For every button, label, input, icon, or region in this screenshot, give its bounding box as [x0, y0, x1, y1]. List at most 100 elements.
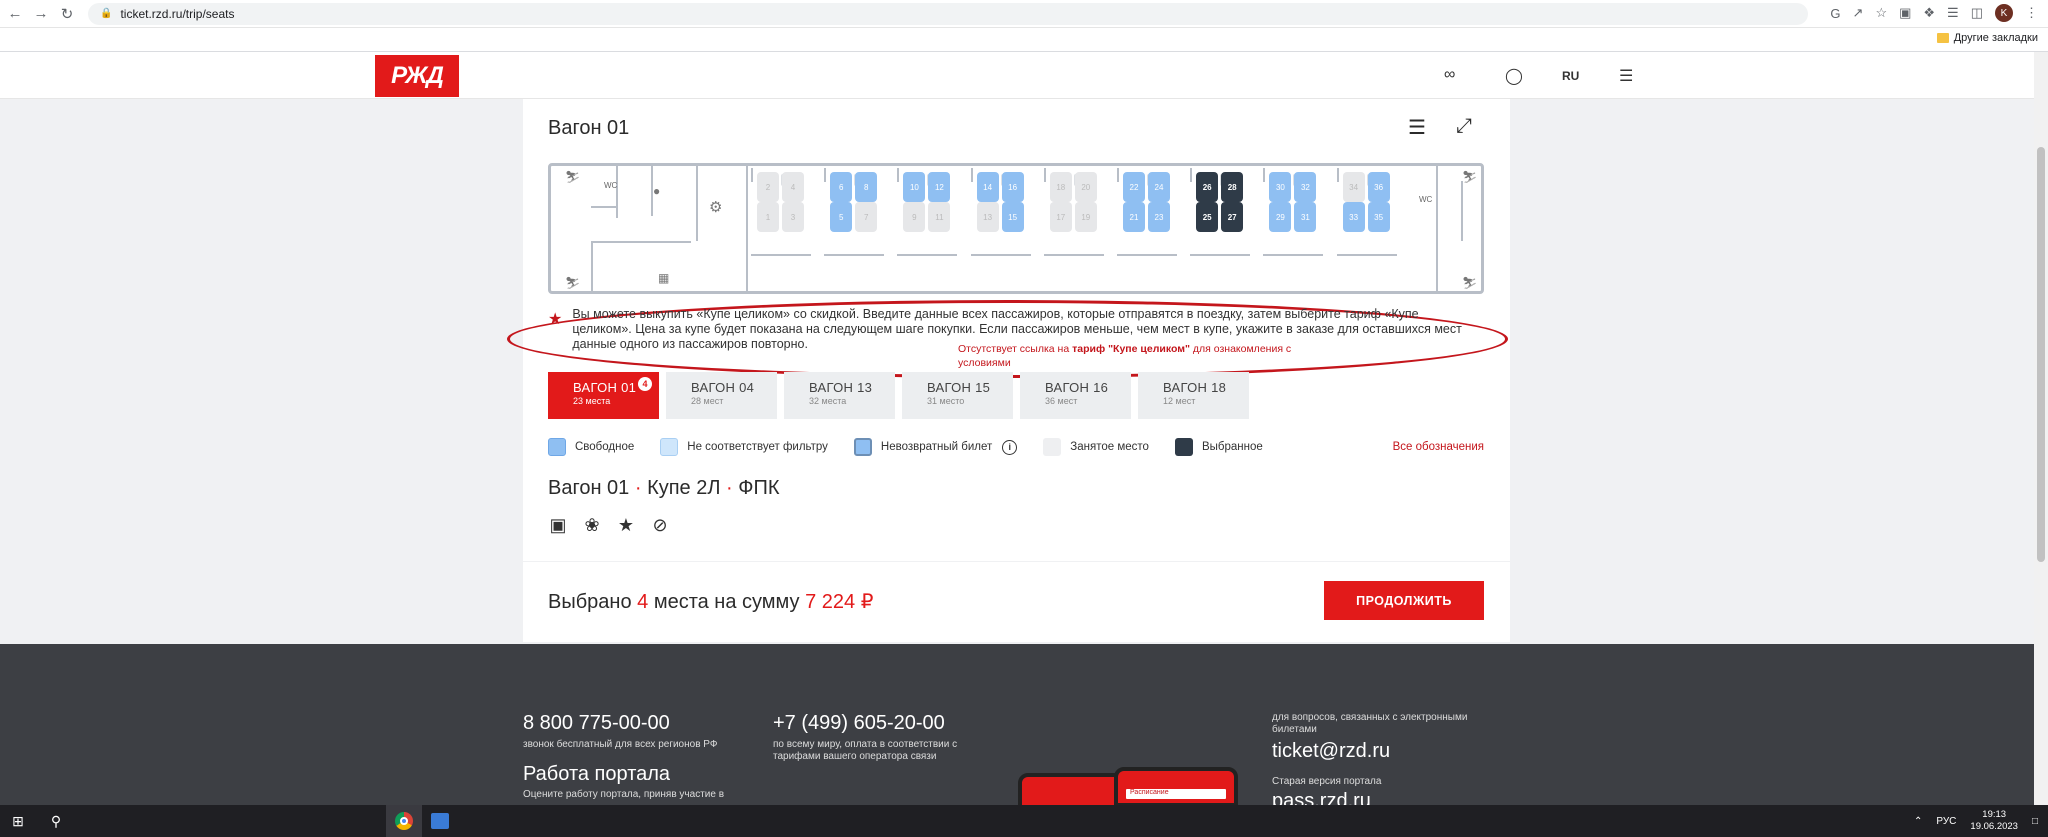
tab-car-13[interactable]: ВАГОН 13 32 места [784, 372, 895, 419]
exit-icon: ⛷ [1462, 276, 1478, 290]
all-legend-link[interactable]: Все обозначения [1393, 441, 1484, 453]
accessibility-icon[interactable]: ∞ [1444, 66, 1455, 84]
seat-12[interactable]: 12 [928, 172, 951, 202]
seat-27[interactable]: 27 [1221, 202, 1244, 232]
seat-1: 1 [757, 202, 779, 232]
seat-16[interactable]: 16 [1001, 172, 1024, 202]
tab-seats: 31 место [927, 396, 965, 406]
seat-31[interactable]: 31 [1294, 202, 1317, 232]
phone-free[interactable]: 8 800 775-00-00 [523, 712, 670, 735]
input-language[interactable]: РУС [1936, 816, 1956, 827]
continue-button[interactable]: ПРОДОЛЖИТЬ [1324, 581, 1484, 620]
list-view-icon[interactable]: ☰ [1408, 115, 1426, 140]
seat-5[interactable]: 5 [830, 202, 853, 232]
selected-count: 4 [637, 591, 649, 613]
seat-23[interactable]: 23 [1148, 202, 1170, 232]
forward-icon[interactable]: → [30, 3, 52, 25]
chrome-taskbar-icon[interactable] [386, 805, 422, 837]
tab-car-18[interactable]: ВАГОН 18 12 мест [1138, 372, 1249, 419]
whole-compartment-icon[interactable]: ★ [616, 515, 636, 536]
other-bookmarks[interactable]: Другие закладки [1936, 32, 2038, 44]
seat-18: 18 [1049, 172, 1072, 202]
tab-name: ВАГОН 04 [691, 380, 755, 395]
no-smoking-icon[interactable]: ⊘ [650, 515, 670, 536]
info-icon[interactable]: i [1002, 439, 1018, 455]
bed-icon[interactable]: ▣ [548, 515, 568, 536]
seat-32[interactable]: 32 [1294, 172, 1317, 202]
car-tabs: ВАГОН 01 23 места 4 ВАГОН 04 28 мест ВАГ… [548, 372, 1249, 419]
seat-15[interactable]: 15 [1001, 202, 1024, 232]
seat-33[interactable]: 33 [1342, 202, 1365, 232]
tab-car-16[interactable]: ВАГОН 16 36 мест [1020, 372, 1131, 419]
share-icon[interactable]: ↗ [1853, 5, 1864, 21]
star-icon[interactable]: ☆ [1875, 5, 1887, 21]
seat-25[interactable]: 25 [1196, 202, 1219, 232]
address-bar[interactable]: 🔒 ticket.rzd.ru/trip/seats [88, 2, 1808, 25]
pet-icon[interactable]: ❀ [582, 515, 602, 536]
notification-icon[interactable]: □ [2032, 816, 2038, 827]
scroll-thumb[interactable] [2037, 147, 2045, 562]
puzzle-icon[interactable]: ❖ [1923, 5, 1935, 21]
profile-avatar[interactable]: K [1995, 4, 2013, 22]
clock[interactable]: 19:13 19.06.2023 [1970, 809, 2018, 833]
seat-35[interactable]: 35 [1367, 202, 1390, 232]
chevron-up-icon[interactable]: ⌃ [1914, 816, 1922, 827]
site-header: РЖД ∞ ◯ RU ☰ [0, 52, 2034, 99]
seat-21[interactable]: 21 [1123, 202, 1145, 232]
car-seat-map: WC WC ⛷ ⛷ ⛷ ⛷ ● ⚙ ▦ ✳2143✳6587✳1091211✳1… [548, 163, 1484, 294]
extension-icons: G ↗ ☆ ▣ ❖ ☰ ◫ K ⋮ [1830, 4, 2038, 22]
seat-8[interactable]: 8 [855, 172, 878, 202]
menu-icon[interactable]: ⋮ [2025, 5, 2038, 21]
boiler-icon: ⚙ [709, 199, 723, 216]
phone-international[interactable]: +7 (499) 605-20-00 [773, 712, 945, 735]
seat-30[interactable]: 30 [1269, 172, 1292, 202]
compartment-icon: ★ [548, 311, 563, 328]
user-icon[interactable]: ◯ [1505, 66, 1523, 86]
tab-car-15[interactable]: ВАГОН 15 31 место [902, 372, 1013, 419]
system-tray: ⌃ РУС 19:13 19.06.2023 □ [1914, 805, 2038, 837]
car-number: Вагон 01 [548, 477, 630, 499]
legend-label: Свободное [575, 441, 635, 453]
clock-time: 19:13 [1982, 809, 2007, 820]
app-taskbar-icon[interactable] [422, 805, 458, 837]
portal-title: Работа портала [523, 763, 671, 785]
seat-29[interactable]: 29 [1269, 202, 1292, 232]
seat-22[interactable]: 22 [1123, 172, 1145, 202]
google-icon[interactable]: G [1830, 6, 1840, 21]
seat-36[interactable]: 36 [1367, 172, 1390, 202]
legend-label: Невозвратный билет [880, 441, 993, 453]
tab-car-01[interactable]: ВАГОН 01 23 места 4 [548, 372, 659, 419]
sidebar-icon[interactable]: ◫ [1971, 5, 1983, 21]
summary-middle: места на сумму [648, 591, 806, 613]
tab-seats: 28 мест [691, 396, 724, 406]
tab-name: ВАГОН 15 [927, 380, 991, 395]
seat-28[interactable]: 28 [1221, 172, 1244, 202]
windows-start-icon[interactable]: ⊞ [0, 805, 36, 837]
annotation-text: Отсутствует ссылка на [958, 343, 1073, 355]
rzd-logo[interactable]: РЖД [375, 55, 459, 97]
page-scrollbar[interactable] [2034, 52, 2048, 805]
car-title: Вагон 01 [548, 117, 630, 139]
menu-icon[interactable]: ☰ [1619, 66, 1633, 86]
seat-6[interactable]: 6 [830, 172, 853, 202]
seat-26[interactable]: 26 [1196, 172, 1219, 202]
reload-icon[interactable]: ↻ [56, 3, 78, 25]
support-email[interactable]: ticket@rzd.ru [1272, 740, 1390, 763]
search-icon[interactable]: ⚲ [36, 805, 76, 837]
extension-icon[interactable]: ▣ [1899, 5, 1911, 21]
tab-car-04[interactable]: ВАГОН 04 28 мест [666, 372, 777, 419]
media-icon[interactable]: ☰ [1947, 5, 1959, 21]
exit-icon: ⛷ [1462, 170, 1478, 184]
wc-left: WC [604, 181, 618, 190]
email-note: для вопросов, связанных с электронными б… [1272, 712, 1468, 735]
language-switch[interactable]: RU [1562, 69, 1579, 83]
summary-prefix: Выбрано [548, 591, 638, 613]
app-phones-image: Расписание [1018, 767, 1238, 813]
seat-24[interactable]: 24 [1148, 172, 1170, 202]
seat-10[interactable]: 10 [903, 172, 926, 202]
seat-14[interactable]: 14 [976, 172, 999, 202]
annotation-bold: тариф "Купе целиком" [1072, 343, 1190, 355]
back-icon[interactable]: ← [4, 3, 26, 25]
expand-icon[interactable]: ⤢ [1456, 115, 1472, 138]
seat-3: 3 [782, 202, 804, 232]
